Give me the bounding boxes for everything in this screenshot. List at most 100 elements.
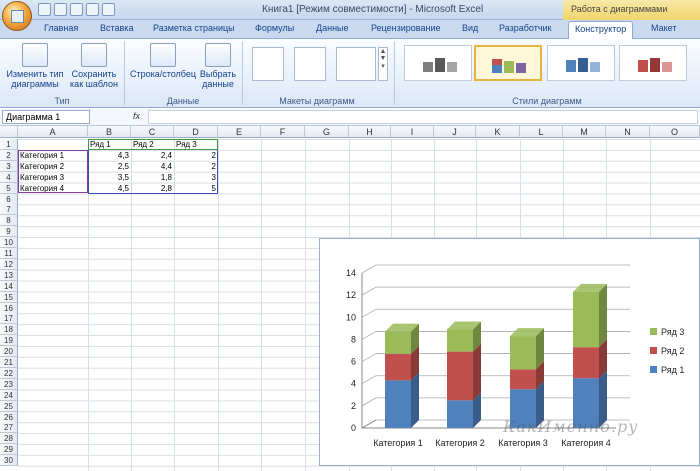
- column-header-k[interactable]: K: [476, 126, 520, 138]
- gridline-depth: [361, 264, 377, 274]
- select-data-button[interactable]: Выбрать данные: [198, 43, 238, 89]
- row-header-26[interactable]: 26: [0, 411, 18, 423]
- row-header-15[interactable]: 15: [0, 291, 18, 303]
- chart-style-thumb-2[interactable]: [474, 45, 542, 81]
- row-header-6[interactable]: 6: [0, 193, 18, 205]
- column-header-e[interactable]: E: [218, 126, 261, 138]
- formula-input[interactable]: [148, 110, 698, 124]
- row-header-1[interactable]: 1: [0, 139, 18, 150]
- tab-review[interactable]: Рецензирование: [371, 23, 441, 33]
- column-header-f[interactable]: F: [261, 126, 305, 138]
- bar-Ряд 1-Категория 1: [385, 380, 411, 428]
- row-header-2[interactable]: 2: [0, 149, 18, 161]
- tab-page-layout[interactable]: Разметка страницы: [153, 23, 235, 33]
- bar-Ряд 2-Категория 2: [447, 351, 473, 401]
- column-header-n[interactable]: N: [606, 126, 650, 138]
- column-header-d[interactable]: D: [174, 126, 218, 138]
- row-header-14[interactable]: 14: [0, 280, 18, 292]
- legend-swatch: [650, 328, 657, 335]
- office-button[interactable]: [2, 1, 32, 31]
- row-header-27[interactable]: 27: [0, 422, 18, 434]
- row-header-11[interactable]: 11: [0, 248, 18, 259]
- legend-label: Ряд 1: [661, 365, 684, 375]
- chart-layout-thumb-2[interactable]: [294, 47, 326, 81]
- row-header-30[interactable]: 30: [0, 455, 18, 467]
- bar-Ряд 3-Категория 2: [447, 329, 473, 352]
- row-header-21[interactable]: 21: [0, 357, 18, 368]
- tab-developer[interactable]: Разработчик: [499, 23, 551, 33]
- row-header-7[interactable]: 7: [0, 204, 18, 216]
- print-icon[interactable]: [86, 3, 99, 16]
- legend-label: Ряд 3: [661, 327, 684, 337]
- column-header-j[interactable]: J: [434, 126, 476, 138]
- row-header-3[interactable]: 3: [0, 160, 18, 172]
- row-header-9[interactable]: 9: [0, 226, 18, 238]
- save-as-template-button[interactable]: Сохранить как шаблон: [68, 43, 120, 89]
- bar-side: [411, 372, 419, 428]
- fx-label[interactable]: fx: [133, 111, 140, 121]
- column-header-i[interactable]: I: [391, 126, 434, 138]
- column-header-b[interactable]: B: [88, 126, 131, 138]
- row-header-20[interactable]: 20: [0, 346, 18, 358]
- switch-row-column-button[interactable]: Строка/столбец: [128, 43, 198, 79]
- x-tick-label: Категория 4: [561, 438, 611, 448]
- row-header-25[interactable]: 25: [0, 400, 18, 412]
- name-box[interactable]: Диаграмма 1: [2, 110, 90, 124]
- row-header-29[interactable]: 29: [0, 444, 18, 456]
- row-header-19[interactable]: 19: [0, 335, 18, 347]
- group-label-styles: Стили диаграмм: [512, 96, 582, 106]
- grid-column-line: [218, 139, 219, 471]
- column-header-l[interactable]: L: [520, 126, 563, 138]
- tab-view[interactable]: Вид: [462, 23, 478, 33]
- x-tick-label: Категория 2: [435, 438, 485, 448]
- bar-Ряд 2-Категория 3: [510, 369, 536, 390]
- save-icon[interactable]: [38, 3, 51, 16]
- chart-style-thumb-1[interactable]: [404, 45, 472, 81]
- y-tick-label: 10: [346, 312, 356, 322]
- chart-style-thumb-3[interactable]: [547, 45, 615, 81]
- row-header-5[interactable]: 5: [0, 182, 18, 194]
- row-header-24[interactable]: 24: [0, 389, 18, 401]
- row-header-17[interactable]: 17: [0, 313, 18, 325]
- chart-layout-thumb-3[interactable]: [336, 47, 376, 81]
- y-tick-label: 14: [346, 268, 356, 278]
- tab-home[interactable]: Главная: [44, 23, 78, 33]
- column-header-a[interactable]: A: [18, 126, 88, 138]
- tab-layout[interactable]: Макет: [651, 23, 676, 33]
- row-header-23[interactable]: 23: [0, 378, 18, 390]
- column-header-g[interactable]: G: [305, 126, 349, 138]
- chart-layout-thumb-1[interactable]: [252, 47, 284, 81]
- tab-formulas[interactable]: Формулы: [255, 23, 294, 33]
- column-header-h[interactable]: H: [349, 126, 391, 138]
- row-header-16[interactable]: 16: [0, 302, 18, 314]
- row-header-12[interactable]: 12: [0, 258, 18, 270]
- change-chart-type-button[interactable]: Изменить тип диаграммы: [4, 43, 66, 89]
- group-label-layouts: Макеты диаграмм: [279, 96, 355, 106]
- x-tick-label: Категория 1: [373, 438, 423, 448]
- ribbon-tabs: Главная Вставка Разметка страницы Формул…: [0, 20, 700, 39]
- series-range-highlight: [88, 139, 218, 150]
- chart-style-thumb-4[interactable]: [619, 45, 687, 81]
- window-title: Книга1 [Режим совместимости] - Microsoft…: [262, 4, 484, 15]
- column-header-o[interactable]: O: [650, 126, 700, 138]
- customize-icon[interactable]: [102, 3, 115, 16]
- tab-data[interactable]: Данные: [316, 23, 349, 33]
- row-header-13[interactable]: 13: [0, 269, 18, 281]
- layouts-scroll-button[interactable]: ▲ ▼ ▾: [378, 47, 388, 81]
- bar-side: [473, 343, 481, 401]
- undo-icon[interactable]: [54, 3, 67, 16]
- row-header-18[interactable]: 18: [0, 324, 18, 336]
- column-header-c[interactable]: C: [131, 126, 174, 138]
- select-all-corner[interactable]: [0, 126, 18, 138]
- row-header-8[interactable]: 8: [0, 215, 18, 227]
- tab-design[interactable]: Конструктор: [568, 21, 634, 39]
- ribbon: Изменить тип диаграммы Сохранить как шаб…: [0, 39, 700, 108]
- gridline-depth: [361, 375, 377, 385]
- redo-icon[interactable]: [70, 3, 83, 16]
- row-header-4[interactable]: 4: [0, 171, 18, 183]
- row-header-22[interactable]: 22: [0, 367, 18, 379]
- tab-insert[interactable]: Вставка: [100, 23, 133, 33]
- row-header-10[interactable]: 10: [0, 237, 18, 249]
- column-header-m[interactable]: M: [563, 126, 606, 138]
- row-header-28[interactable]: 28: [0, 433, 18, 445]
